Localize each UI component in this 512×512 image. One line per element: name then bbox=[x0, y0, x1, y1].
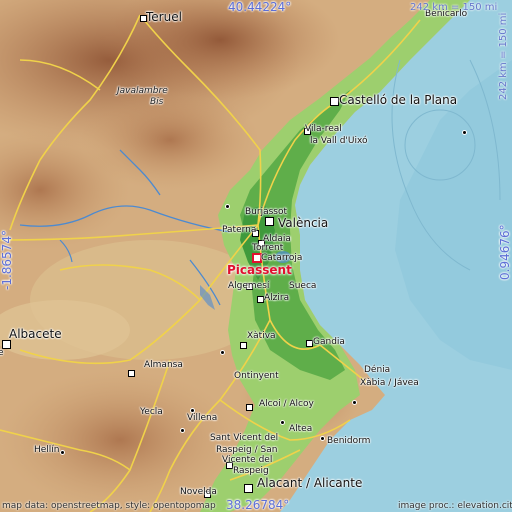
altea-dot[interactable] bbox=[280, 420, 285, 425]
xabia-dot[interactable] bbox=[352, 400, 357, 405]
label-edge: e bbox=[0, 348, 4, 358]
terrain-map[interactable]: Teruel Benicarlo Javalambre Bis Castelló… bbox=[0, 0, 512, 512]
label-torrent[interactable]: Torrent bbox=[252, 244, 283, 253]
ontinyent-dot[interactable] bbox=[220, 350, 225, 355]
almansa-marker[interactable] bbox=[128, 370, 135, 377]
coord-left: -1.86574° bbox=[0, 230, 14, 290]
label-alacant[interactable]: Alacant / Alicante bbox=[257, 477, 362, 489]
label-gandia[interactable]: Gandia bbox=[313, 338, 345, 347]
label-paterna[interactable]: Paterna bbox=[222, 226, 256, 235]
scale-top: 242 km = 150 mi bbox=[410, 2, 498, 13]
label-javalambre: Javalambre bbox=[117, 86, 168, 96]
label-castello[interactable]: Castelló de la Plana bbox=[339, 94, 457, 106]
scale-right: 242 km = 150 mi bbox=[498, 12, 509, 100]
label-xabia[interactable]: Xàbia / Jávea bbox=[360, 379, 419, 388]
label-novelda[interactable]: Novelda bbox=[180, 488, 217, 497]
coord-top: 40.44224° bbox=[228, 0, 292, 14]
label-almansa[interactable]: Almansa bbox=[144, 361, 183, 370]
island-dot bbox=[462, 130, 467, 135]
label-santvicent-2[interactable]: Raspeig / San bbox=[216, 446, 277, 455]
label-villena[interactable]: Villena bbox=[187, 414, 217, 423]
coord-bottom: 38.26784° bbox=[226, 498, 290, 512]
label-algemesi[interactable]: Algemesí bbox=[228, 282, 269, 291]
label-vilareal[interactable]: Vila-real bbox=[305, 125, 342, 134]
credit-image-proc: image proc.: elevation.city bbox=[398, 501, 512, 511]
label-denia[interactable]: Dénia bbox=[364, 366, 390, 375]
label-ontinyent[interactable]: Ontinyent bbox=[234, 372, 279, 381]
burjassot-dot[interactable] bbox=[225, 204, 230, 209]
benidorm-dot[interactable] bbox=[320, 436, 325, 441]
label-picassent-highlight[interactable]: Picassent bbox=[227, 263, 292, 277]
label-santvicent-4[interactable]: Raspeig bbox=[233, 467, 269, 476]
credit-map-data: map data: openstreetmap, style: opentopo… bbox=[2, 501, 216, 511]
label-alcoi[interactable]: Alcoi / Alcoy bbox=[259, 400, 314, 409]
label-valencia[interactable]: València bbox=[278, 217, 328, 229]
xativa-marker[interactable] bbox=[240, 342, 247, 349]
alzira-marker[interactable] bbox=[257, 296, 264, 303]
yecla-dot[interactable] bbox=[180, 428, 185, 433]
label-albacete[interactable]: Albacete bbox=[9, 328, 62, 340]
castello-marker[interactable] bbox=[330, 97, 339, 106]
label-vall[interactable]: la Vall d'Uixó bbox=[310, 137, 368, 146]
alcoi-marker[interactable] bbox=[246, 404, 253, 411]
label-catarroja[interactable]: Catarroja bbox=[261, 254, 302, 263]
label-sueca[interactable]: Sueca bbox=[289, 282, 316, 291]
label-alzira[interactable]: Alzira bbox=[264, 294, 289, 303]
label-benidorm[interactable]: Benidorm bbox=[327, 437, 370, 446]
label-bis: Bis bbox=[150, 97, 164, 107]
label-xativa[interactable]: Xàtiva bbox=[247, 332, 276, 341]
valencia-marker[interactable] bbox=[265, 217, 274, 226]
label-yecla[interactable]: Yecla bbox=[140, 408, 163, 417]
label-santvicent-1[interactable]: Sant Vicent del bbox=[210, 434, 278, 443]
gandia-marker[interactable] bbox=[306, 340, 313, 347]
hellin-dot[interactable] bbox=[60, 450, 65, 455]
label-santvicent-3[interactable]: Vicente del bbox=[222, 456, 272, 465]
label-teruel[interactable]: Teruel bbox=[146, 11, 182, 23]
label-altea[interactable]: Altea bbox=[289, 425, 312, 434]
label-hellin[interactable]: Hellín bbox=[34, 446, 60, 455]
alacant-marker[interactable] bbox=[244, 484, 253, 493]
coord-right: 0.94676° bbox=[498, 224, 512, 280]
